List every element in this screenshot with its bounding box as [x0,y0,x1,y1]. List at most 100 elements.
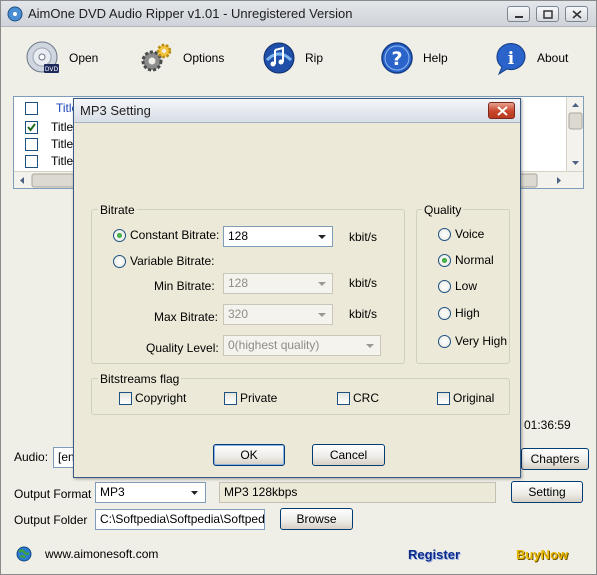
constant-bitrate-select[interactable]: 128 [223,226,333,247]
quality-low-radio[interactable] [438,280,451,293]
duration-text: 01:36:59 [524,418,571,432]
bitrate-group-label: Bitrate [98,203,137,217]
chapters-button[interactable]: Chapters [521,448,589,470]
toolbar: DVD Open Options Rip ? Help i About [11,31,586,85]
help-label: Help [423,51,448,65]
quality-low-label: Low [455,279,478,293]
close-icon [572,10,582,19]
dvd-disc-icon: DVD [26,41,59,73]
quality-very-high-label: Very High [455,334,508,348]
scroll-arrows-icon [568,103,583,165]
checkmark-icon [27,123,36,132]
quality-group-label: Quality [422,203,464,217]
quality-voice-label: Voice [455,227,485,241]
app-disc-icon [7,6,23,22]
chevron-down-icon [318,282,326,286]
close-button[interactable] [565,6,588,22]
min-bitrate-select[interactable]: 128 [223,273,333,294]
globe-icon [16,546,32,562]
open-label: Open [69,51,99,65]
output-format-label: Output Format [14,487,92,501]
max-bitrate-unit: kbit/s [349,307,378,321]
about-label: About [537,51,569,65]
output-format-value: MP3 [100,485,125,499]
options-button[interactable]: Options [139,31,224,85]
output-folder-field[interactable]: C:\Softpedia\Softpedia\Softpedia [95,509,265,530]
select-all-checkbox[interactable] [25,102,38,115]
constant-bitrate-unit: kbit/s [349,230,378,244]
about-button[interactable]: i About [493,31,568,85]
chevron-down-icon [191,491,198,495]
gears-icon [141,43,172,72]
maximize-button[interactable] [536,6,559,22]
chevron-down-icon [318,235,326,239]
svg-text:DVD: DVD [45,66,59,73]
quality-voice-radio[interactable] [438,228,451,241]
copyright-label: Copyright [135,391,187,405]
quality-high-radio[interactable] [438,307,451,320]
variable-bitrate-radio[interactable] [113,255,126,268]
output-folder-label: Output Folder [14,513,88,527]
quality-normal-label: Normal [455,253,494,267]
max-bitrate-label: Max Bitrate: [154,310,219,324]
copyright-checkbox[interactable] [119,392,132,405]
svg-text:i: i [508,49,515,69]
crc-checkbox[interactable] [337,392,350,405]
list-item-title: Title [51,137,74,151]
list-vertical-scrollbar[interactable] [566,97,583,171]
chevron-down-icon [318,313,326,317]
original-checkbox[interactable] [437,392,450,405]
cancel-button[interactable]: Cancel [312,444,385,466]
close-icon [497,106,508,116]
options-label: Options [183,51,225,65]
help-question-icon: ? [381,42,413,74]
original-label: Original [453,391,495,405]
open-button[interactable]: DVD Open [25,31,98,85]
list-item-checkbox[interactable] [25,138,38,151]
output-format-select[interactable]: MP3 [95,482,206,503]
min-bitrate-label: Min Bitrate: [154,279,215,293]
minimize-icon [515,16,523,18]
list-item-checkbox[interactable] [25,155,38,168]
list-item-title: Title [51,120,74,134]
private-label: Private [240,391,278,405]
dialog-title-bar: MP3 Setting [74,99,520,123]
quality-very-high-radio[interactable] [438,335,451,348]
list-item-title: Title [51,154,74,168]
minimize-button[interactable] [507,6,530,22]
dialog-title: MP3 Setting [80,103,151,118]
quality-level-select[interactable]: 0(highest quality) [223,335,381,356]
list-item-checkbox[interactable] [25,121,38,134]
quality-normal-radio[interactable] [438,254,451,267]
constant-bitrate-label: Constant Bitrate: [130,228,220,242]
register-link[interactable]: Register [408,547,460,562]
ok-button[interactable]: OK [213,444,285,466]
max-bitrate-select[interactable]: 320 [223,304,333,325]
constant-bitrate-radio[interactable] [113,229,126,242]
bitstreams-group-label: Bitstreams flag [98,372,182,386]
variable-bitrate-label: Variable Bitrate: [130,254,215,268]
quality-high-label: High [455,306,480,320]
website-link[interactable]: www.aimonesoft.com [45,547,158,561]
info-bubble-icon: i [496,43,526,76]
dialog-close-button[interactable] [488,102,515,119]
format-summary-field: MP3 128kbps [219,482,496,503]
crc-label: CRC [353,391,379,405]
min-bitrate-unit: kbit/s [349,276,378,290]
window-title: AimOne DVD Audio Ripper v1.01 - Unregist… [28,6,353,21]
help-button[interactable]: ? Help [379,31,448,85]
browse-button[interactable]: Browse [280,508,353,530]
constant-bitrate-value: 128 [228,229,249,243]
mp3-setting-dialog: MP3 Setting Bitrate Constant Bitrate: 12… [73,98,521,478]
private-checkbox[interactable] [224,392,237,405]
title-bar: AimOne DVD Audio Ripper v1.01 - Unregist… [1,1,596,27]
rip-music-icon [263,42,295,74]
svg-text:?: ? [391,48,402,70]
audio-label: Audio: [14,450,49,464]
buynow-link[interactable]: BuyNow [516,547,568,562]
max-bitrate-value: 320 [228,307,249,321]
rip-button[interactable]: Rip [261,31,323,85]
audio-select[interactable]: [en [53,447,75,468]
setting-button[interactable]: Setting [511,481,583,503]
rip-label: Rip [305,51,324,65]
